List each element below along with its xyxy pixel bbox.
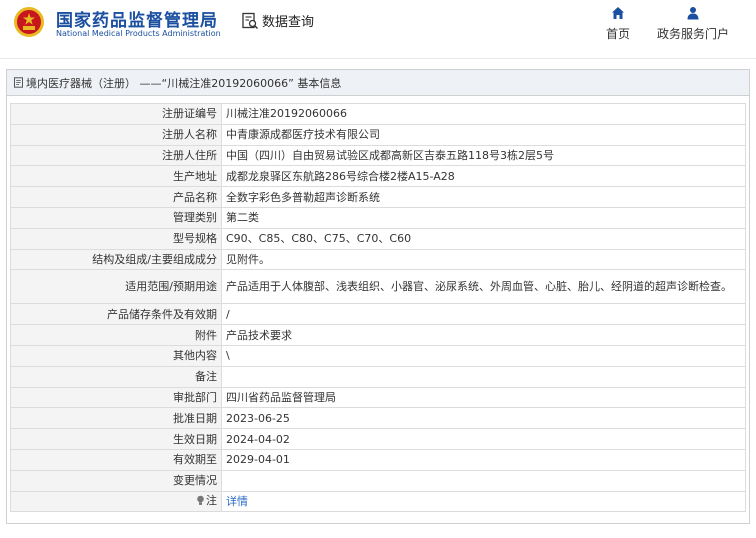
row-label: 批准日期 <box>10 407 222 430</box>
nav-home-label: 首页 <box>605 27 630 41</box>
document-icon <box>14 77 23 88</box>
table-row: 审批部门 四川省药品监督管理局 <box>10 386 746 409</box>
row-label: 生效日期 <box>10 428 222 450</box>
table-row: 结构及组成/主要组成成分 见附件。 <box>10 248 746 271</box>
row-value: 2023-06-25 <box>221 407 746 430</box>
row-label: 附件 <box>10 324 222 346</box>
bulb-icon <box>197 495 204 505</box>
table-row: 备注 <box>10 365 746 388</box>
table-row: 产品名称 全数字彩色多普勒超声诊断系统 <box>10 186 746 208</box>
row-label: 其他内容 <box>10 344 222 367</box>
page-header: 国家药品监督管理局 National Medical Products Admi… <box>0 0 756 58</box>
table-row: 生效日期 2024-04-02 <box>10 428 746 450</box>
brand-name-en[interactable]: National Medical Products Administration <box>56 29 221 38</box>
table-row: 管理类别 第二类 <box>10 206 746 229</box>
data-query-link[interactable]: 数据查询 <box>241 11 314 30</box>
table-row: 注 详情 <box>10 490 746 513</box>
row-value: 2024-04-02 <box>221 428 746 450</box>
row-label: 产品储存条件及有效期 <box>10 303 222 326</box>
row-label: 有效期至 <box>10 448 222 471</box>
user-icon <box>687 7 699 20</box>
nav-home[interactable]: 首页 <box>604 6 632 42</box>
row-label: 注册人住所 <box>10 144 222 167</box>
row-label: 生产地址 <box>10 165 222 188</box>
row-value: 产品技术要求 <box>221 324 746 346</box>
table-row: 产品储存条件及有效期 / <box>10 303 746 326</box>
note-label: 注 <box>196 494 217 507</box>
table-row: 生产地址 成都龙泉驿区东航路286号综合楼2楼A15-A28 <box>10 165 746 188</box>
table-row: 注册人名称 中青康源成都医疗技术有限公司 <box>10 123 746 146</box>
row-label: 产品名称 <box>10 186 222 208</box>
row-label: 变更情况 <box>10 469 222 492</box>
table-row: 附件 产品技术要求 <box>10 324 746 346</box>
row-label: 注册证编号 <box>10 103 222 125</box>
row-value: 见附件。 <box>221 248 746 271</box>
detail-panel: 境内医疗器械（注册） ——“川械注准20192060066” 基本信息 注册证编… <box>6 69 750 524</box>
row-label: 结构及组成/主要组成成分 <box>10 248 222 271</box>
note-label-cell: 注 <box>10 490 222 513</box>
nav-gov-label: 政务服务门户 <box>656 27 729 41</box>
table-row: 其他内容 \ <box>10 344 746 367</box>
row-value: / <box>221 303 746 326</box>
row-value: 成都龙泉驿区东航路286号综合楼2楼A15-A28 <box>221 165 746 188</box>
row-value: 四川省药品监督管理局 <box>221 386 746 409</box>
table-row: 型号规格 C90、C85、C80、C75、C70、C60 <box>10 227 746 250</box>
row-value: 2029-04-01 <box>221 448 746 471</box>
home-icon <box>612 7 624 19</box>
row-value: 全数字彩色多普勒超声诊断系统 <box>221 186 746 208</box>
row-value: 中国（四川）自由贸易试验区成都高新区吉泰五路118号3栋2层5号 <box>221 144 746 167</box>
row-label: 型号规格 <box>10 227 222 250</box>
table-row: 有效期至 2029-04-01 <box>10 448 746 471</box>
row-value: 川械注准20192060066 <box>221 103 746 125</box>
note-value-cell: 详情 <box>221 490 746 513</box>
details-link[interactable]: 详情 <box>226 495 248 508</box>
row-label: 注册人名称 <box>10 123 222 146</box>
table-row: 变更情况 <box>10 469 746 492</box>
row-label: 审批部门 <box>10 386 222 409</box>
table-row: 适用范围/预期用途 产品适用于人体腹部、浅表组织、小器官、泌尿系统、外周血管、心… <box>10 269 746 305</box>
row-value: C90、C85、C80、C75、C70、C60 <box>221 227 746 250</box>
row-value <box>221 365 746 388</box>
panel-title-text: 境内医疗器械（注册） ——“川械注准20192060066” 基本信息 <box>26 76 342 90</box>
panel-title: 境内医疗器械（注册） ——“川械注准20192060066” 基本信息 <box>7 70 749 96</box>
row-value: \ <box>221 344 746 367</box>
nav-gov-service[interactable]: 政务服务门户 <box>655 6 731 42</box>
row-value: 第二类 <box>221 206 746 229</box>
row-label: 适用范围/预期用途 <box>10 269 222 305</box>
note-label-text: 注 <box>206 493 217 507</box>
row-label: 备注 <box>10 365 222 388</box>
row-label: 管理类别 <box>10 206 222 229</box>
table-row: 注册人住所 中国（四川）自由贸易试验区成都高新区吉泰五路118号3栋2层5号 <box>10 144 746 167</box>
row-value: 中青康源成都医疗技术有限公司 <box>221 123 746 146</box>
row-value: 产品适用于人体腹部、浅表组织、小器官、泌尿系统、外周血管、心脏、胎儿、经阴道的超… <box>221 269 746 305</box>
data-query-label: 数据查询 <box>262 15 315 30</box>
brand-name-cn[interactable]: 国家药品监督管理局 <box>56 6 218 31</box>
document-search-icon <box>242 12 259 29</box>
table-row: 注册证编号 川械注准20192060066 <box>10 103 746 125</box>
national-emblem-icon <box>14 7 44 37</box>
row-value <box>221 469 746 492</box>
header-divider <box>0 58 756 59</box>
table-row: 批准日期 2023-06-25 <box>10 407 746 430</box>
info-table: 注册证编号 川械注准20192060066 注册人名称 中青康源成都医疗技术有限… <box>10 103 746 513</box>
